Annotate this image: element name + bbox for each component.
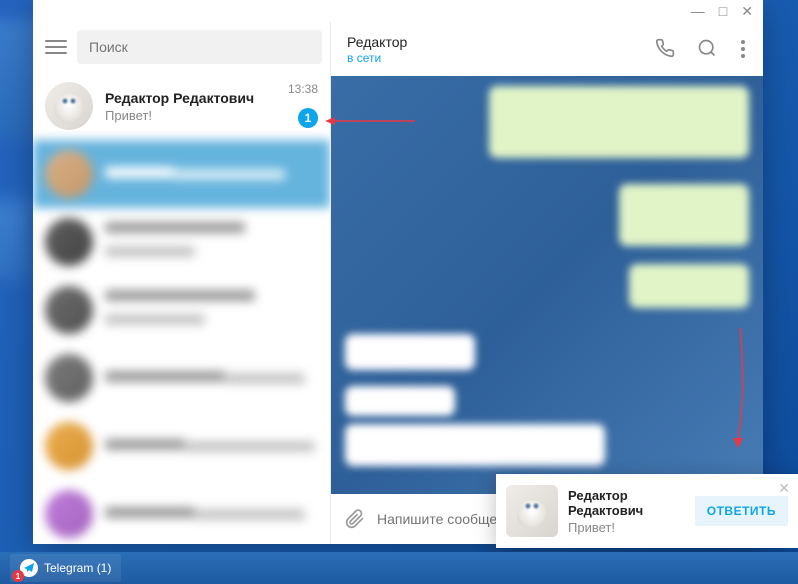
popup-close-icon[interactable]: ✕ bbox=[778, 480, 790, 497]
popup-message: Привет! bbox=[568, 520, 685, 535]
chat-item-blurred[interactable] bbox=[33, 208, 330, 276]
avatar bbox=[45, 422, 93, 470]
avatar bbox=[45, 286, 93, 334]
message-outgoing bbox=[629, 264, 749, 308]
avatar bbox=[45, 490, 93, 538]
avatar bbox=[45, 82, 93, 130]
sidebar-header bbox=[33, 22, 330, 72]
chat-header-status: в сети bbox=[347, 51, 639, 65]
avatar bbox=[45, 354, 93, 402]
chat-list: Редактор Редактович Привет! 13:38 1 bbox=[33, 72, 330, 544]
taskbar-telegram[interactable]: Telegram (1) 1 bbox=[10, 554, 121, 582]
chat-header-name: Редактор bbox=[347, 34, 639, 50]
search-icon[interactable] bbox=[697, 38, 717, 58]
maximize-button[interactable]: □ bbox=[719, 4, 727, 18]
chat-content: Редактор в сети bbox=[331, 22, 763, 544]
window-titlebar: — □ ✕ bbox=[33, 0, 763, 22]
chat-header-info[interactable]: Редактор в сети bbox=[347, 34, 639, 65]
hamburger-menu-icon[interactable] bbox=[45, 40, 67, 54]
minimize-button[interactable]: — bbox=[691, 4, 705, 18]
close-button[interactable]: ✕ bbox=[741, 4, 753, 18]
chat-item-редактор[interactable]: Редактор Редактович Привет! 13:38 1 bbox=[33, 72, 330, 140]
message-incoming bbox=[345, 334, 475, 370]
chat-name: Редактор Редактович bbox=[105, 90, 318, 106]
chat-header: Редактор в сети bbox=[331, 22, 763, 76]
phone-icon[interactable] bbox=[655, 38, 675, 58]
avatar bbox=[45, 218, 93, 266]
attachment-icon[interactable] bbox=[345, 509, 365, 529]
chat-time: 13:38 bbox=[288, 82, 318, 96]
message-outgoing bbox=[489, 86, 749, 158]
messages-area[interactable] bbox=[331, 76, 763, 494]
sidebar: Редактор Редактович Привет! 13:38 1 bbox=[33, 22, 331, 544]
popup-text: Редактор Редактович Привет! bbox=[568, 488, 685, 535]
header-actions bbox=[655, 38, 747, 60]
chat-item-blurred[interactable] bbox=[33, 140, 330, 208]
taskbar-label: Telegram (1) bbox=[44, 561, 111, 575]
message-incoming bbox=[345, 424, 605, 466]
chat-item-blurred[interactable] bbox=[33, 344, 330, 412]
reply-button[interactable]: ОТВЕТИТЬ bbox=[695, 496, 788, 526]
search-input[interactable] bbox=[77, 30, 322, 64]
message-incoming bbox=[345, 386, 455, 416]
message-outgoing bbox=[619, 184, 749, 246]
telegram-window: — □ ✕ Редактор Редактович Привет! 13:38 … bbox=[33, 0, 763, 544]
chat-preview: Привет! bbox=[105, 108, 318, 123]
more-menu-icon[interactable] bbox=[739, 38, 747, 60]
taskbar: Telegram (1) 1 bbox=[0, 552, 798, 584]
chat-text: Редактор Редактович Привет! bbox=[105, 90, 318, 123]
popup-avatar bbox=[506, 485, 558, 537]
chat-item-blurred[interactable] bbox=[33, 276, 330, 344]
unread-badge: 1 bbox=[298, 108, 318, 128]
chat-item-blurred[interactable] bbox=[33, 412, 330, 480]
avatar bbox=[45, 150, 93, 198]
taskbar-badge: 1 bbox=[12, 570, 24, 582]
chat-item-blurred[interactable] bbox=[33, 480, 330, 544]
notification-popup: Редактор Редактович Привет! ОТВЕТИТЬ ✕ bbox=[496, 474, 798, 548]
app-main: Редактор Редактович Привет! 13:38 1 bbox=[33, 22, 763, 544]
popup-sender: Редактор Редактович bbox=[568, 488, 685, 518]
